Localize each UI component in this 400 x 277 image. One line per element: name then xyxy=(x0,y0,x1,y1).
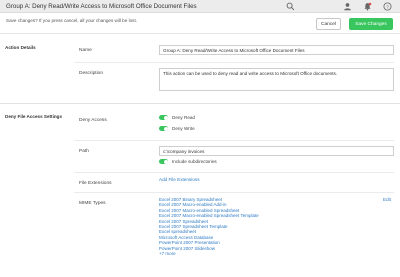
top-icons: ? xyxy=(343,2,392,11)
include-subdirectories-toggle[interactable] xyxy=(159,159,168,164)
name-input[interactable]: Group A: Deny Read/Write Access to Micro… xyxy=(159,45,394,55)
path-label: Path xyxy=(79,149,89,154)
description-textarea[interactable]: This action can be used to deny read and… xyxy=(159,68,394,91)
more-mime-types-link[interactable]: +7 more xyxy=(159,251,259,256)
deny-access-label: Deny Access xyxy=(79,118,107,123)
deny-read-label: Deny Read xyxy=(172,115,195,120)
mime-types-label: MIME Types xyxy=(79,201,106,206)
include-subdirectories-label: Include subdirectories xyxy=(172,159,217,164)
divider xyxy=(74,172,394,173)
page-title: Group A: Deny Read/Write Access to Micro… xyxy=(6,3,197,10)
add-file-extensions-link[interactable]: Add File Extensions xyxy=(159,177,200,182)
deny-write-toggle[interactable] xyxy=(159,126,168,131)
svg-text:?: ? xyxy=(386,4,389,10)
divider xyxy=(74,140,394,141)
path-input[interactable]: c:\company invoices xyxy=(159,146,394,156)
section-divider xyxy=(0,103,400,104)
action-details-heading: Action Details xyxy=(5,45,36,50)
user-icon[interactable] xyxy=(343,2,352,11)
deny-settings-heading: Deny File Access Settings xyxy=(5,114,63,119)
save-changes-button[interactable]: Save Changes xyxy=(349,18,393,30)
help-icon[interactable]: ? xyxy=(383,2,392,11)
title-bar: Group A: Deny Read/Write Access to Micro… xyxy=(0,0,400,13)
description-label: Description xyxy=(79,71,103,76)
save-message: Save changes? If you press cancel, all y… xyxy=(6,18,137,23)
bell-icon[interactable] xyxy=(363,2,372,11)
mime-type-item[interactable]: Excel 2007 Macro-enabled Spreadsheet Tem… xyxy=(159,213,259,218)
divider xyxy=(74,62,394,63)
deny-read-toggle[interactable] xyxy=(159,115,168,120)
search-icon[interactable] xyxy=(286,2,295,11)
deny-write-label: Deny Write xyxy=(172,126,195,131)
divider xyxy=(74,192,394,193)
file-extensions-label: File Extensions xyxy=(79,181,112,186)
name-label: Name xyxy=(79,48,92,53)
edit-mime-types-link[interactable]: Edit xyxy=(383,197,391,202)
save-bar: Save changes? If you press cancel, all y… xyxy=(0,13,400,34)
mime-types-list: Excel 2007 Binary Spreadsheet Excel 2007… xyxy=(159,197,259,256)
cancel-button[interactable]: Cancel xyxy=(316,18,341,30)
